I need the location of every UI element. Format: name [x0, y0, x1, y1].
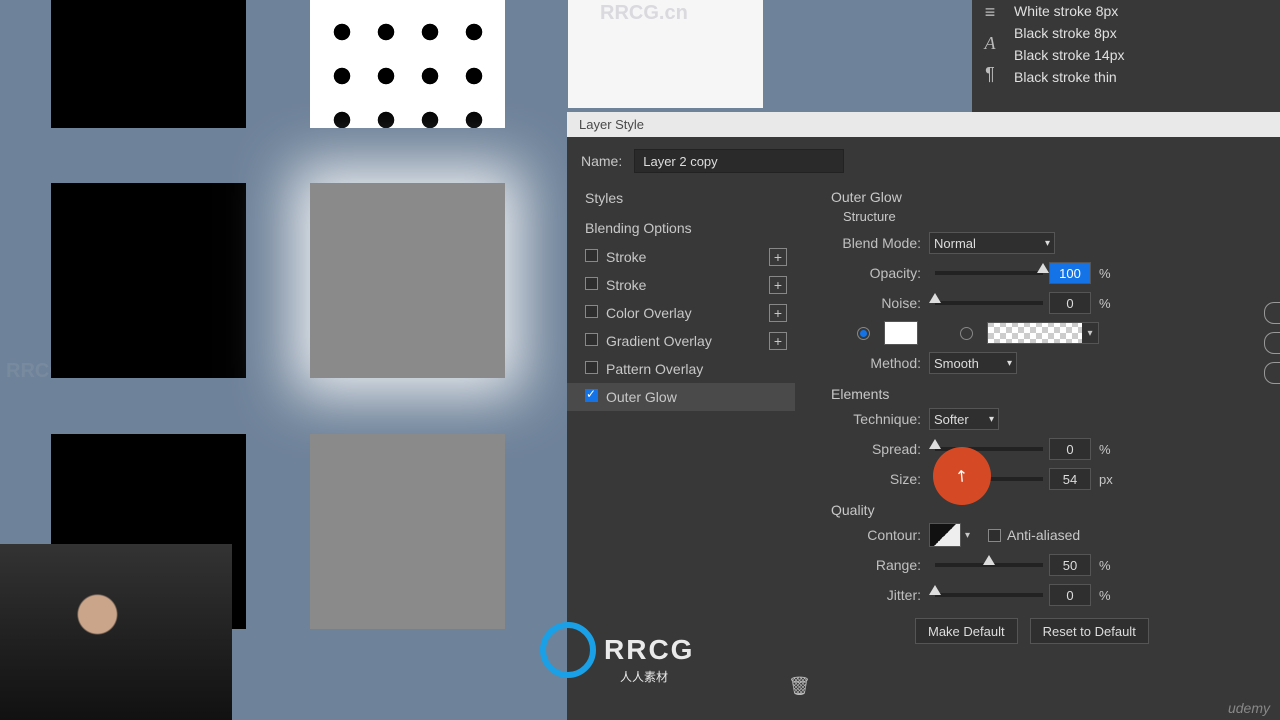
swatch-tile[interactable]: [310, 434, 505, 629]
chevron-down-icon: ▾: [989, 414, 994, 425]
preset-item[interactable]: Black stroke 14px: [1010, 44, 1275, 66]
style-label: Color Overlay: [606, 305, 692, 321]
chevron-down-icon[interactable]: ▾: [965, 530, 970, 541]
anti-aliased-checkbox[interactable]: [988, 529, 1001, 542]
range-input[interactable]: [1049, 554, 1091, 576]
dialog-side-buttons: [1264, 302, 1280, 384]
spread-input[interactable]: [1049, 438, 1091, 460]
paragraph-icon[interactable]: ¶: [985, 64, 995, 85]
style-row-outer-glow[interactable]: Outer Glow: [567, 383, 795, 411]
px-unit: px: [1099, 472, 1113, 487]
add-effect-icon[interactable]: +: [769, 276, 787, 294]
section-outer-glow: Outer Glow: [831, 189, 1266, 205]
style-row-stroke[interactable]: Stroke +: [567, 271, 795, 299]
properties-icon[interactable]: ≡: [985, 2, 996, 23]
dialog-title: Layer Style: [567, 112, 1280, 137]
swatch-tile[interactable]: [310, 0, 505, 128]
styles-header[interactable]: Styles: [567, 183, 795, 213]
make-default-button[interactable]: Make Default: [915, 618, 1018, 644]
cursor-highlight: [933, 447, 991, 505]
size-input[interactable]: [1049, 468, 1091, 490]
style-label: Pattern Overlay: [606, 361, 703, 377]
chevron-down-icon: ▾: [1007, 358, 1012, 369]
style-row-stroke[interactable]: Stroke +: [567, 243, 795, 271]
contour-picker[interactable]: [929, 523, 961, 547]
add-effect-icon[interactable]: +: [769, 332, 787, 350]
character-icon[interactable]: A: [985, 33, 996, 54]
trash-icon[interactable]: 🗑: [788, 676, 811, 697]
preset-item[interactable]: White stroke 8px: [1010, 0, 1275, 22]
style-row-color-overlay[interactable]: Color Overlay +: [567, 299, 795, 327]
technique-label: Technique:: [831, 411, 921, 427]
rrcg-logo: RRCG: [540, 622, 694, 678]
percent-unit: %: [1099, 442, 1111, 457]
technique-select[interactable]: Softer▾: [929, 408, 999, 430]
percent-unit: %: [1099, 296, 1111, 311]
glow-color-swatch[interactable]: [884, 321, 918, 345]
preset-item[interactable]: Black stroke thin: [1010, 66, 1275, 88]
percent-unit: %: [1099, 558, 1111, 573]
checkbox[interactable]: [585, 389, 598, 402]
percent-unit: %: [1099, 266, 1111, 281]
color-radio[interactable]: [857, 327, 870, 340]
style-label: Gradient Overlay: [606, 333, 712, 349]
style-label: Stroke: [606, 249, 646, 265]
webcam-overlay: [0, 544, 232, 720]
styles-presets-panel: ≡ A ¶ White stroke 8px Black stroke 8px …: [972, 0, 1280, 112]
anti-aliased-label: Anti-aliased: [1007, 527, 1080, 543]
preset-item[interactable]: Black stroke 8px: [1010, 22, 1275, 44]
style-row-gradient-overlay[interactable]: Gradient Overlay +: [567, 327, 795, 355]
ok-button-edge[interactable]: [1264, 302, 1280, 324]
checkbox[interactable]: [585, 305, 598, 318]
add-effect-icon[interactable]: +: [769, 304, 787, 322]
checkbox[interactable]: [585, 361, 598, 374]
contour-label: Contour:: [831, 527, 921, 543]
layer-name-input[interactable]: [634, 149, 844, 173]
swatch-tile[interactable]: [310, 183, 505, 378]
reset-default-button[interactable]: Reset to Default: [1030, 618, 1149, 644]
opacity-label: Opacity:: [831, 265, 921, 281]
subsection-quality: Quality: [831, 502, 1266, 518]
add-effect-icon[interactable]: +: [769, 248, 787, 266]
noise-label: Noise:: [831, 295, 921, 311]
chevron-down-icon: ▾: [1082, 323, 1098, 343]
percent-unit: %: [1099, 588, 1111, 603]
opacity-slider[interactable]: [935, 271, 1043, 275]
subsection-elements: Elements: [831, 386, 1266, 402]
blend-mode-select[interactable]: Normal▾: [929, 232, 1055, 254]
chevron-down-icon: ▾: [1045, 238, 1050, 249]
range-slider[interactable]: [935, 563, 1043, 567]
range-label: Range:: [831, 557, 921, 573]
blend-mode-label: Blend Mode:: [831, 235, 921, 251]
cancel-button-edge[interactable]: [1264, 332, 1280, 354]
style-row-pattern-overlay[interactable]: Pattern Overlay: [567, 355, 795, 383]
checkbox[interactable]: [585, 249, 598, 262]
blending-options[interactable]: Blending Options: [567, 213, 795, 243]
checkbox[interactable]: [585, 277, 598, 290]
jitter-slider[interactable]: [935, 593, 1043, 597]
new-style-button-edge[interactable]: [1264, 362, 1280, 384]
name-label: Name:: [581, 153, 622, 169]
checkbox[interactable]: [585, 333, 598, 346]
udemy-watermark: udemy: [1228, 700, 1270, 716]
method-select[interactable]: Smooth▾: [929, 352, 1017, 374]
noise-slider[interactable]: [935, 301, 1043, 305]
watermark-text: RRCG.cn: [600, 2, 688, 25]
style-label: Outer Glow: [606, 389, 677, 405]
style-label: Stroke: [606, 277, 646, 293]
glow-gradient-swatch[interactable]: ▾: [987, 322, 1099, 344]
size-label: Size:: [831, 471, 921, 487]
jitter-label: Jitter:: [831, 587, 921, 603]
jitter-input[interactable]: [1049, 584, 1091, 606]
swatch-tile[interactable]: [51, 183, 246, 378]
spread-label: Spread:: [831, 441, 921, 457]
opacity-input[interactable]: [1049, 262, 1091, 284]
method-label: Method:: [831, 355, 921, 371]
gradient-radio[interactable]: [960, 327, 973, 340]
subsection-structure: Structure: [843, 209, 1266, 224]
swatch-tile[interactable]: [51, 0, 246, 128]
noise-input[interactable]: [1049, 292, 1091, 314]
